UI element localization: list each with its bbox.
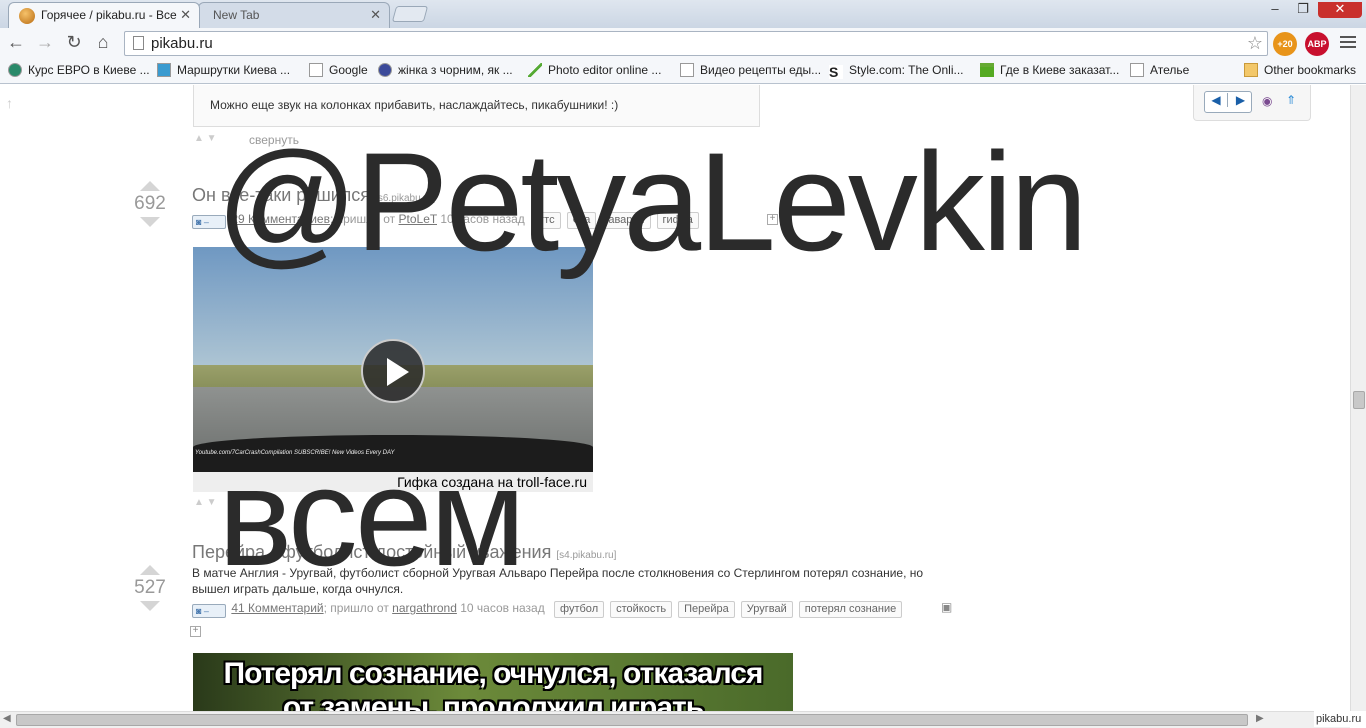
- scrollbar-thumb[interactable]: [16, 714, 1248, 726]
- pikabu-favicon-icon: [19, 8, 35, 24]
- pen-icon: [528, 63, 542, 77]
- next-arrow-icon[interactable]: ▶: [1229, 93, 1252, 107]
- post-image[interactable]: Потерял сознание, очнулся, отказался от …: [193, 653, 793, 711]
- restore-button[interactable]: ❐: [1290, 2, 1316, 18]
- post-meta: ◙ – 41 Комментарий; пришло от nargathron…: [192, 601, 903, 618]
- scroll-top-icon[interactable]: ⇑: [1286, 93, 1296, 107]
- other-bookmarks[interactable]: Other bookmarks: [1244, 62, 1356, 78]
- tag[interactable]: стойкость: [610, 601, 673, 618]
- forward-icon[interactable]: →: [33, 32, 57, 54]
- user-icon: [378, 63, 392, 77]
- tag[interactable]: Перейра: [678, 601, 735, 618]
- author-link[interactable]: nargathrond: [392, 601, 457, 615]
- post-source: [s4.pikabu.ru]: [556, 550, 617, 561]
- url-text: pikabu.ru: [151, 35, 213, 52]
- notifications-extension-icon[interactable]: +20: [1273, 32, 1297, 56]
- upvote-icon[interactable]: [140, 181, 160, 191]
- bookmark-item[interactable]: Ателье: [1130, 62, 1189, 78]
- comment-vote-icons[interactable]: ▲ ▼: [194, 133, 217, 144]
- vertical-scrollbar[interactable]: [1350, 85, 1366, 711]
- expand-tags-icon[interactable]: +: [190, 626, 201, 637]
- downvote-icon[interactable]: [140, 217, 160, 227]
- bookmark-favicon-icon: [157, 63, 171, 77]
- image-caption-line: Потерял сознание, очнулся, отказался: [223, 657, 764, 690]
- tab-title: New Tab: [213, 8, 260, 22]
- post-vote: 527: [130, 565, 170, 611]
- scrollbar-thumb[interactable]: [1353, 391, 1365, 409]
- page-content: ↑ Можно еще звук на колонках прибавить, …: [0, 85, 1350, 711]
- scroll-left-icon[interactable]: ◀: [3, 713, 11, 724]
- bookmark-item[interactable]: жінка з чорним, як ...: [378, 62, 513, 78]
- bookmark-item[interactable]: Где в Киеве заказат...: [980, 62, 1119, 78]
- minimize-button[interactable]: –: [1262, 2, 1288, 18]
- play-icon[interactable]: [361, 339, 425, 403]
- back-icon[interactable]: ←: [4, 32, 28, 54]
- bookmark-item[interactable]: Маршрутки Киева ...: [157, 62, 290, 78]
- bookmark-item[interactable]: Курс ЕВРО в Киеве ...: [8, 62, 150, 78]
- save-icon[interactable]: ▣: [941, 601, 952, 614]
- page-icon: [133, 36, 144, 50]
- bookmark-item[interactable]: Photo editor online ...: [528, 62, 661, 78]
- address-bar[interactable]: pikabu.ru ☆: [124, 31, 1268, 56]
- horizontal-scrollbar[interactable]: ◀ ▶: [0, 711, 1350, 728]
- close-window-button[interactable]: ✕: [1318, 2, 1362, 18]
- tab-new-tab[interactable]: New Tab ✕: [198, 2, 390, 28]
- overlay-watermark: всем: [218, 438, 526, 595]
- close-tab-icon[interactable]: ✕: [370, 3, 381, 27]
- tag[interactable]: потерял сознание: [798, 601, 903, 618]
- folder-icon: [1244, 63, 1258, 77]
- comment-text: Можно еще звук на колонках прибавить, на…: [210, 98, 619, 112]
- post-navigation-widget: ◀ ▶ ◉ ⇑: [1193, 85, 1311, 121]
- scroll-up-arrow-icon[interactable]: ↑: [6, 95, 13, 111]
- bookmarks-bar: Курс ЕВРО в Киеве ... Маршрутки Киева ..…: [0, 58, 1366, 84]
- figure-icon: [980, 63, 994, 77]
- camera-icon[interactable]: ◙ –: [192, 604, 226, 618]
- comments-link[interactable]: 41 Комментарий: [231, 601, 323, 615]
- new-tab-button[interactable]: [391, 6, 429, 22]
- eye-icon[interactable]: ◉: [1262, 94, 1272, 108]
- page-icon: [309, 63, 323, 77]
- tag[interactable]: Уругвай: [740, 601, 793, 618]
- browser-toolbar: ← → ↻ ⌂ pikabu.ru ☆ +20 ABP: [0, 28, 1366, 58]
- close-tab-icon[interactable]: ✕: [180, 3, 191, 27]
- home-icon[interactable]: ⌂: [91, 32, 115, 54]
- tab-title: Горячее / pikabu.ru - Все: [41, 8, 177, 22]
- post-score: 527: [134, 577, 166, 598]
- tab-pikabu[interactable]: Горячее / pikabu.ru - Все ✕: [8, 2, 200, 28]
- tag[interactable]: футбол: [554, 601, 605, 618]
- page-icon: [680, 63, 694, 77]
- post-score: 692: [134, 193, 166, 214]
- bookmark-item[interactable]: Видео рецепты еды...: [680, 62, 821, 78]
- scroll-right-icon[interactable]: ▶: [1256, 713, 1264, 724]
- chrome-menu-icon[interactable]: [1340, 36, 1356, 50]
- corner-watermark: pikabu.ru: [1314, 711, 1364, 727]
- downvote-icon[interactable]: [140, 601, 160, 611]
- page-icon: [1130, 63, 1144, 77]
- bookmark-item[interactable]: Google: [309, 62, 368, 78]
- reload-icon[interactable]: ↻: [62, 32, 86, 54]
- image-caption-line: от замены, продолжил играть: [282, 691, 704, 711]
- post-mini-vote-icons[interactable]: ▲ ▼: [194, 497, 217, 508]
- overlay-watermark: @PetyaLevkin: [216, 123, 1088, 280]
- post-vote: 692: [130, 181, 170, 227]
- prev-next-buttons: ◀ ▶: [1204, 91, 1252, 113]
- prev-arrow-icon[interactable]: ◀: [1205, 93, 1228, 107]
- style-s-icon: S: [829, 65, 843, 79]
- bookmark-item[interactable]: S Style.com: The Onli...: [829, 62, 964, 79]
- upvote-icon[interactable]: [140, 565, 160, 575]
- adblock-plus-icon[interactable]: ABP: [1305, 32, 1329, 56]
- comment-item: Можно еще звук на колонках прибавить, на…: [193, 85, 760, 127]
- bookmark-star-icon[interactable]: ☆: [1247, 33, 1263, 54]
- tab-strip: Горячее / pikabu.ru - Все ✕ New Tab ✕ – …: [0, 0, 1366, 28]
- bookmark-favicon-icon: [8, 63, 22, 77]
